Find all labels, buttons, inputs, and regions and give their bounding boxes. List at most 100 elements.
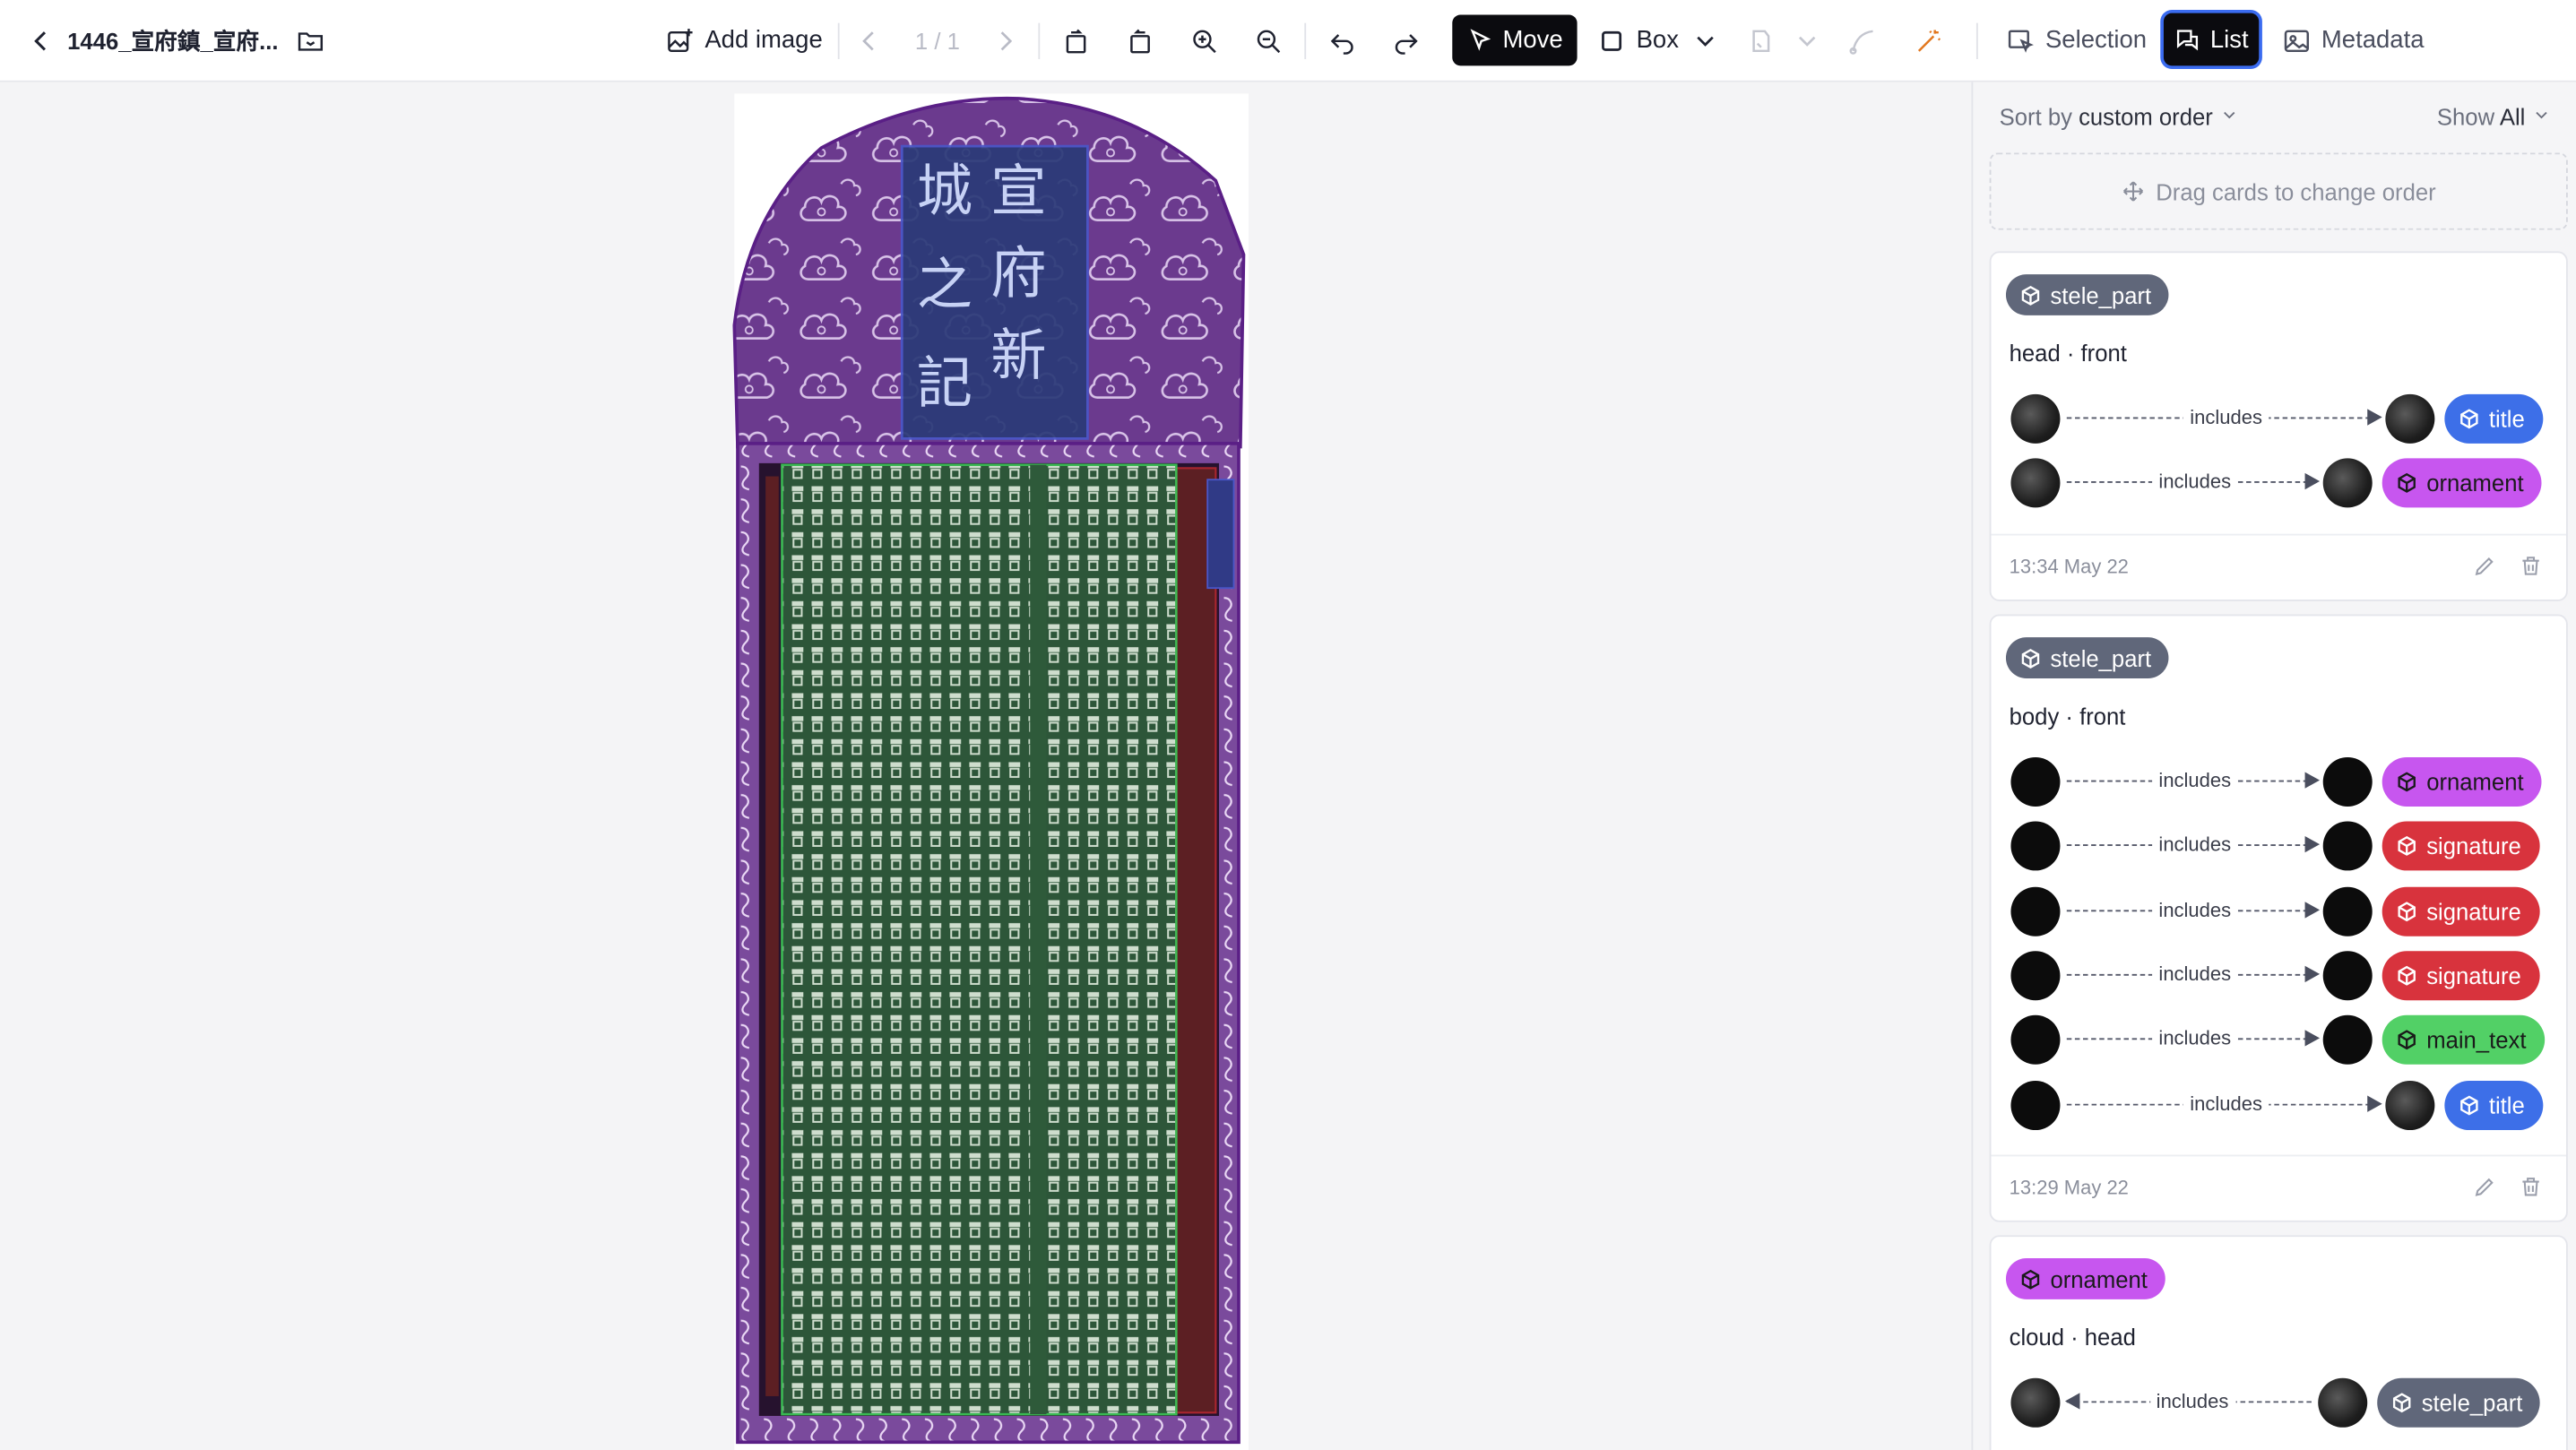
polygon-dropdown-button[interactable] [1793, 0, 1822, 81]
source-thumbnail[interactable] [2010, 1080, 2061, 1130]
source-thumbnail[interactable] [2010, 1377, 2061, 1428]
pencil-icon [2475, 1178, 2494, 1196]
annotation-card[interactable]: ornament cloud · head includes stele_part [1989, 1235, 2568, 1450]
move-tool-button[interactable]: Move [1452, 14, 1578, 66]
undo-button[interactable] [1327, 0, 1357, 81]
target-thumbnail[interactable] [2322, 821, 2373, 871]
rotate-left-button[interactable] [1061, 0, 1091, 81]
target-thumbnail[interactable] [2385, 1080, 2435, 1130]
add-image-button[interactable]: Add image [665, 0, 823, 81]
annotation-card[interactable]: stele_part head · front includes title inclu… [1989, 251, 2568, 601]
title-glyph-5: 之 [917, 252, 972, 317]
target-thumbnail[interactable] [2322, 886, 2373, 936]
delete-button[interactable] [2519, 554, 2543, 578]
tag-icon [2460, 409, 2478, 429]
title-glyph-4: 城 [917, 159, 972, 224]
relation-label: includes [2152, 897, 2238, 921]
box-dropdown-button[interactable] [1690, 0, 1720, 81]
open-folder-button[interactable] [296, 0, 325, 81]
show-filter[interactable]: Show All [2437, 103, 2552, 130]
box-tool-button[interactable]: Box [1597, 0, 1679, 81]
signature-region[interactable] [1175, 467, 1217, 1414]
next-page-button[interactable] [990, 0, 1020, 81]
source-thumbnail[interactable] [2010, 756, 2061, 807]
target-thumbnail[interactable] [2322, 951, 2373, 1001]
sort-control[interactable]: Sort by custom order [2000, 103, 2239, 130]
source-thumbnail[interactable] [2010, 1015, 2061, 1066]
magic-wand-button[interactable] [1914, 0, 1943, 81]
relation-label: includes [2149, 1389, 2235, 1413]
source-thumbnail[interactable] [2010, 458, 2061, 508]
target-type-label: ornament [2426, 768, 2524, 796]
relation-row[interactable]: includes ornament [2010, 755, 2553, 808]
list-label: List [2209, 25, 2249, 54]
relation-row[interactable]: includes title [2010, 393, 2553, 445]
selection-button[interactable]: Selection [2006, 0, 2147, 81]
square-icon [1602, 30, 1622, 50]
card-type-chip[interactable]: stele_part [2005, 637, 2170, 678]
relation-label: includes [2152, 768, 2238, 792]
relation-row[interactable]: includes title [2010, 1078, 2553, 1131]
target-type-chip[interactable]: main_text [2382, 1015, 2545, 1066]
target-thumbnail[interactable] [2322, 756, 2373, 807]
card-type-chip[interactable]: stele_part [2005, 274, 2170, 315]
target-thumbnail[interactable] [2318, 1377, 2368, 1428]
target-type-label: stele_part [2421, 1389, 2523, 1416]
arrow-right-icon [2304, 473, 2321, 490]
zoom-out-button[interactable] [1254, 0, 1284, 81]
target-thumbnail[interactable] [2322, 458, 2373, 508]
target-thumbnail[interactable] [2322, 1015, 2373, 1066]
polygon-tool-button[interactable] [1746, 0, 1776, 81]
relation-label: includes [2152, 470, 2238, 494]
annotation-card[interactable]: stele_part body · front includes ornament in… [1989, 614, 2568, 1222]
card-type-chip[interactable]: ornament [2005, 1258, 2166, 1299]
metadata-button[interactable]: Metadata [2282, 0, 2425, 81]
target-type-chip[interactable]: ornament [2382, 756, 2542, 807]
title-glyph-2: 府 [990, 240, 1046, 306]
card-type-label: stele_part [2050, 644, 2152, 671]
source-thumbnail[interactable] [2010, 951, 2061, 1001]
zoom-in-button[interactable] [1189, 0, 1219, 81]
stele-image[interactable]: 宣 府 新 城 之 記 [0, 82, 1971, 1450]
target-type-chip[interactable]: ornament [2382, 458, 2542, 508]
tag-icon [2392, 1393, 2411, 1413]
main-text-region[interactable] [781, 463, 1178, 1416]
redo-icon [1395, 33, 1418, 54]
arrow-right-icon [2304, 965, 2321, 982]
trash-icon [2522, 557, 2539, 575]
target-type-chip[interactable]: signature [2382, 951, 2539, 1001]
relation-row[interactable]: includes ornament [2010, 457, 2553, 510]
chevron-down-icon [1798, 35, 1816, 46]
arrow-right-icon [2304, 772, 2321, 789]
list-view-button[interactable]: List [2163, 13, 2260, 66]
redo-button[interactable] [1391, 0, 1421, 81]
prev-page-button[interactable] [854, 0, 884, 81]
card-timestamp: 13:29 May 22 [2009, 1176, 2129, 1200]
target-type-chip[interactable]: signature [2382, 821, 2539, 871]
edit-button[interactable] [2473, 1175, 2497, 1199]
rotate-right-button[interactable] [1126, 0, 1155, 81]
source-thumbnail[interactable] [2010, 393, 2061, 444]
source-thumbnail[interactable] [2010, 821, 2061, 871]
relation-row[interactable]: includes signature [2010, 885, 2553, 937]
relation-row[interactable]: includes stele_part [2010, 1377, 2553, 1429]
relation-row[interactable]: includes signature [2010, 820, 2553, 873]
arrow-right-icon [2304, 836, 2321, 853]
target-type-chip[interactable]: title [2444, 393, 2543, 444]
target-type-chip[interactable]: signature [2382, 886, 2539, 936]
rotate-left-icon [1066, 28, 1086, 53]
relation-row[interactable]: includes signature [2010, 949, 2553, 1002]
target-thumbnail[interactable] [2385, 393, 2435, 444]
chevron-down-icon [2223, 111, 2235, 119]
connect-tool-button[interactable] [1848, 0, 1878, 81]
back-button[interactable] [26, 0, 56, 81]
target-type-label: signature [2426, 897, 2521, 925]
arrow-right-icon [2304, 1030, 2321, 1047]
target-type-chip[interactable]: stele_part [2377, 1377, 2541, 1428]
target-type-chip[interactable]: title [2444, 1080, 2543, 1130]
image-canvas[interactable]: 宣 府 新 城 之 記 [0, 82, 1972, 1450]
delete-button[interactable] [2519, 1175, 2543, 1199]
source-thumbnail[interactable] [2010, 886, 2061, 936]
relation-row[interactable]: includes main_text [2010, 1014, 2553, 1066]
edit-button[interactable] [2473, 554, 2497, 578]
